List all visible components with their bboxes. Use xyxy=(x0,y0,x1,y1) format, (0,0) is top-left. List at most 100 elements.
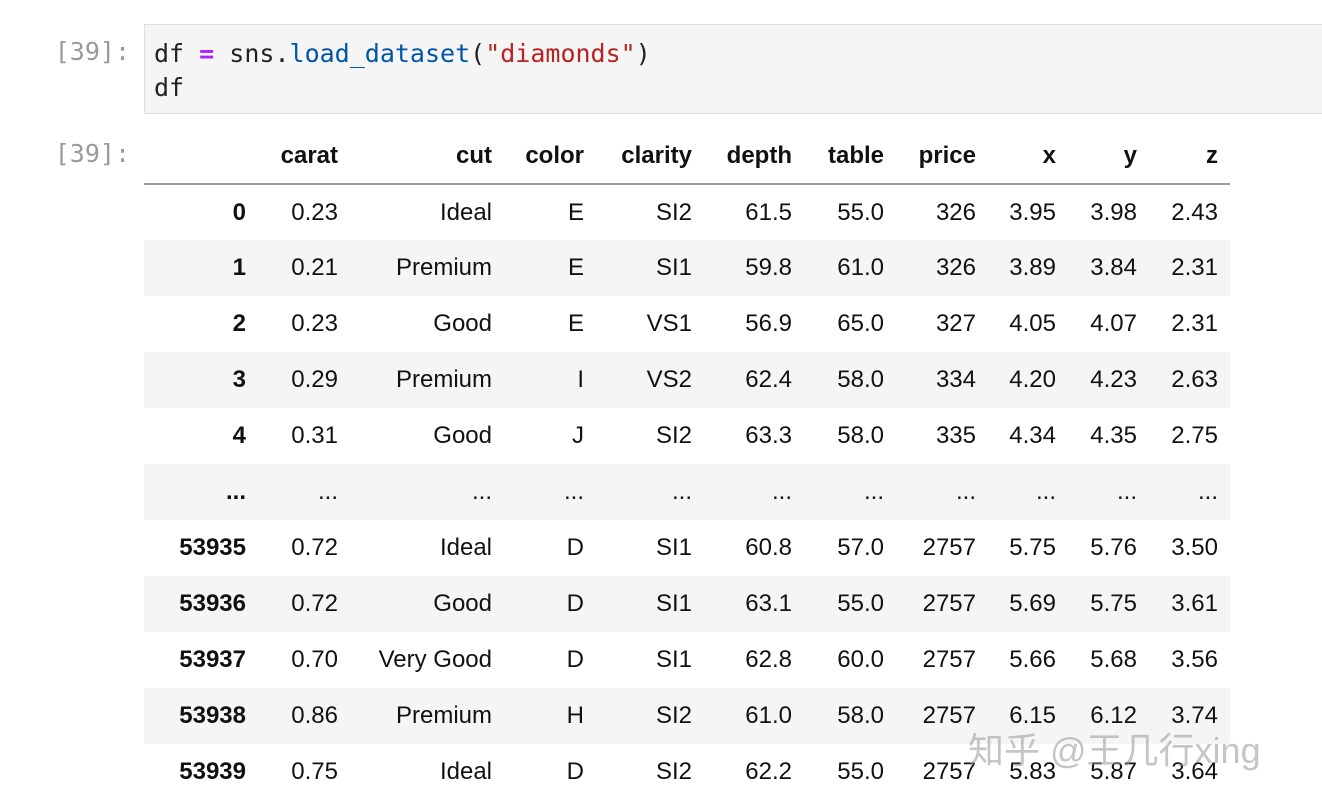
output-prompt: [39]: xyxy=(0,139,130,168)
cell-z: 3.56 xyxy=(1149,632,1230,688)
cell-y: 5.75 xyxy=(1068,576,1149,632)
cell-cut: Ideal xyxy=(350,744,504,800)
cell-color: H xyxy=(504,688,596,744)
table-row: 539370.70Very GoodDSI162.860.027575.665.… xyxy=(144,632,1230,688)
dataframe-table: caratcutcolorclaritydepthtablepricexyz 0… xyxy=(144,128,1230,800)
cell-color: J xyxy=(504,408,596,464)
cell-table: 61.0 xyxy=(804,240,896,296)
index-header xyxy=(144,128,258,184)
cell-price: 2757 xyxy=(896,576,988,632)
column-header-color: color xyxy=(504,128,596,184)
cell-z: 2.31 xyxy=(1149,296,1230,352)
cell-y: 3.84 xyxy=(1068,240,1149,296)
column-header-price: price xyxy=(896,128,988,184)
cell-price: 326 xyxy=(896,240,988,296)
column-header-depth: depth xyxy=(704,128,804,184)
table-row: 539360.72GoodDSI163.155.027575.695.753.6… xyxy=(144,576,1230,632)
cell-table: 60.0 xyxy=(804,632,896,688)
cell-x: 5.75 xyxy=(988,520,1068,576)
cell-carat: 0.72 xyxy=(258,520,350,576)
cell-cut: Premium xyxy=(350,352,504,408)
cell-carat: 0.70 xyxy=(258,632,350,688)
cell-price: ... xyxy=(896,464,988,520)
cell-carat: 0.31 xyxy=(258,408,350,464)
column-header-carat: carat xyxy=(258,128,350,184)
cell-cut: ... xyxy=(350,464,504,520)
cell-price: 2757 xyxy=(896,632,988,688)
cell-color: D xyxy=(504,576,596,632)
code-paren-open: ( xyxy=(470,39,485,68)
cell-cut: Very Good xyxy=(350,632,504,688)
cell-depth: 56.9 xyxy=(704,296,804,352)
cell-table: 55.0 xyxy=(804,184,896,240)
row-index: 1 xyxy=(144,240,258,296)
cell-cut: Good xyxy=(350,296,504,352)
cell-x: ... xyxy=(988,464,1068,520)
row-index: 53936 xyxy=(144,576,258,632)
cell-carat: 0.23 xyxy=(258,184,350,240)
cell-depth: 63.1 xyxy=(704,576,804,632)
row-index: 3 xyxy=(144,352,258,408)
cell-color: E xyxy=(504,240,596,296)
cell-y: 4.35 xyxy=(1068,408,1149,464)
cell-carat: 0.72 xyxy=(258,576,350,632)
cell-color: D xyxy=(504,520,596,576)
cell-depth: 63.3 xyxy=(704,408,804,464)
cell-x: 4.34 xyxy=(988,408,1068,464)
cell-table: 57.0 xyxy=(804,520,896,576)
cell-depth: ... xyxy=(704,464,804,520)
cell-color: E xyxy=(504,296,596,352)
cell-y: 5.76 xyxy=(1068,520,1149,576)
column-header-clarity: clarity xyxy=(596,128,704,184)
column-header-y: y xyxy=(1068,128,1149,184)
cell-table: 58.0 xyxy=(804,408,896,464)
cell-price: 335 xyxy=(896,408,988,464)
cell-price: 2757 xyxy=(896,520,988,576)
cell-clarity: SI1 xyxy=(596,240,704,296)
cell-y: 3.98 xyxy=(1068,184,1149,240)
cell-y: 5.68 xyxy=(1068,632,1149,688)
column-header-x: x xyxy=(988,128,1068,184)
cell-color: D xyxy=(504,744,596,800)
code-line-1: df = sns.load_dataset("diamonds") xyxy=(154,41,651,66)
cell-z: 2.43 xyxy=(1149,184,1230,240)
cell-z: 2.31 xyxy=(1149,240,1230,296)
cell-x: 3.89 xyxy=(988,240,1068,296)
column-header-cut: cut xyxy=(350,128,504,184)
cell-z: 3.61 xyxy=(1149,576,1230,632)
cell-y: 4.23 xyxy=(1068,352,1149,408)
row-index: 53937 xyxy=(144,632,258,688)
cell-depth: 61.0 xyxy=(704,688,804,744)
row-index: ... xyxy=(144,464,258,520)
cell-x: 4.05 xyxy=(988,296,1068,352)
cell-z: ... xyxy=(1149,464,1230,520)
cell-carat: 0.86 xyxy=(258,688,350,744)
cell-clarity: ... xyxy=(596,464,704,520)
cell-color: D xyxy=(504,632,596,688)
cell-x: 4.20 xyxy=(988,352,1068,408)
cell-carat: 0.29 xyxy=(258,352,350,408)
cell-cut: Premium xyxy=(350,240,504,296)
table-row: 539350.72IdealDSI160.857.027575.755.763.… xyxy=(144,520,1230,576)
cell-y: ... xyxy=(1068,464,1149,520)
code-line-2: df xyxy=(154,75,184,100)
cell-color: ... xyxy=(504,464,596,520)
cell-depth: 62.4 xyxy=(704,352,804,408)
cell-clarity: SI2 xyxy=(596,744,704,800)
cell-z: 2.63 xyxy=(1149,352,1230,408)
cell-z: 2.75 xyxy=(1149,408,1230,464)
row-index: 4 xyxy=(144,408,258,464)
cell-depth: 62.2 xyxy=(704,744,804,800)
watermark: 知乎 @王几行xing xyxy=(968,722,1261,774)
code-string: "diamonds" xyxy=(485,39,636,68)
cell-color: I xyxy=(504,352,596,408)
code-cell-editor[interactable]: df = sns.load_dataset("diamonds") df xyxy=(144,24,1322,114)
row-index: 2 xyxy=(144,296,258,352)
table-row: 20.23GoodEVS156.965.03274.054.072.31 xyxy=(144,296,1230,352)
cell-clarity: SI2 xyxy=(596,184,704,240)
cell-table: 55.0 xyxy=(804,576,896,632)
cell-depth: 59.8 xyxy=(704,240,804,296)
table-row: 40.31GoodJSI263.358.03354.344.352.75 xyxy=(144,408,1230,464)
code-assign-operator: = xyxy=(199,39,214,68)
cell-carat: 0.75 xyxy=(258,744,350,800)
